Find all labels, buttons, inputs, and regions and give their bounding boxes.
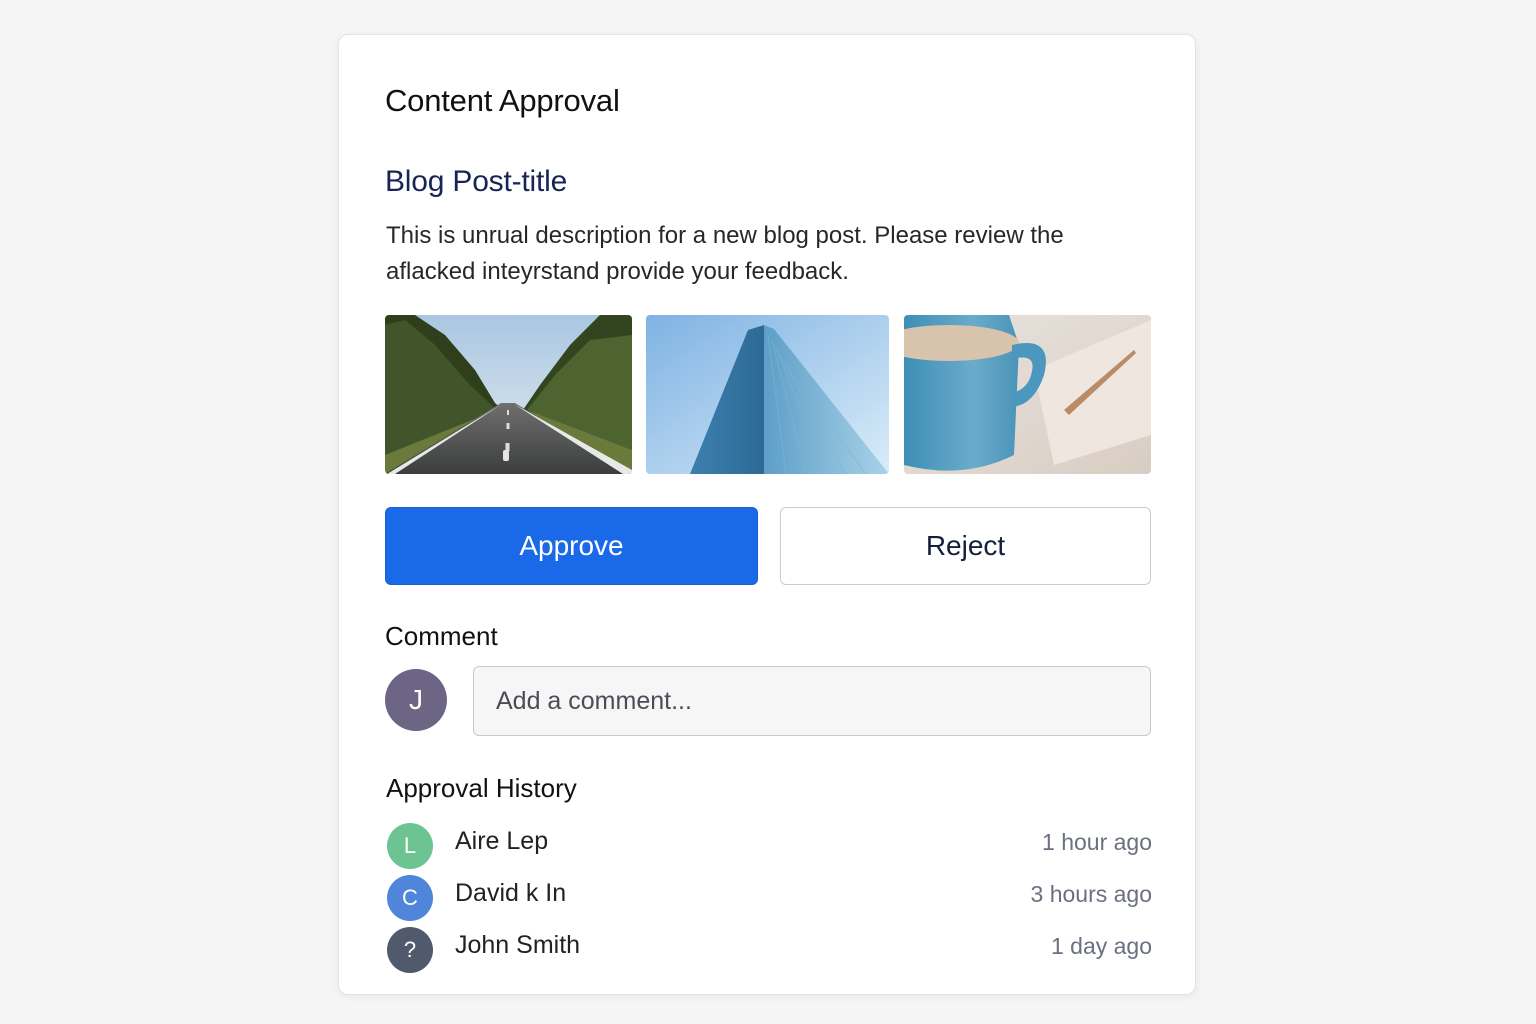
post-image-gallery [385, 315, 1151, 474]
history-row: C David k In 3 hours ago [386, 873, 1152, 925]
commenter-avatar: J [385, 669, 447, 731]
coffee-mug-image[interactable] [904, 315, 1151, 474]
history-avatar: C [387, 875, 433, 921]
post-description: This is unrual description for a new blo… [386, 222, 1064, 285]
history-timestamp: 1 day ago [1050, 933, 1152, 959]
comment-section-label: Comment [385, 621, 498, 651]
history-name: David k In [455, 879, 567, 907]
comment-input[interactable] [473, 666, 1151, 736]
content-approval-card: Content Approval Blog Post-title This is… [338, 34, 1196, 995]
skyscraper-image[interactable] [646, 315, 889, 474]
history-avatar: ? [387, 927, 433, 973]
history-name: John Smith [455, 931, 581, 959]
history-timestamp: 3 hours ago [1030, 881, 1152, 907]
approve-button[interactable]: Approve [385, 507, 758, 585]
approval-history-label: Approval History [386, 773, 577, 803]
history-row: L Aire Lep 1 hour ago [386, 821, 1152, 873]
page-title: Content Approval [385, 83, 620, 118]
history-timestamp: 1 hour ago [1042, 829, 1152, 855]
history-row: ? John Smith 1 day ago [386, 925, 1152, 977]
reject-button[interactable]: Reject [780, 507, 1151, 585]
history-avatar: L [387, 823, 433, 869]
approval-history-list: L Aire Lep 1 hour ago C David k In 3 hou… [386, 821, 1152, 977]
road-image[interactable] [385, 315, 632, 474]
post-title: Blog Post-title [385, 165, 568, 198]
history-name: Aire Lep [455, 827, 549, 855]
